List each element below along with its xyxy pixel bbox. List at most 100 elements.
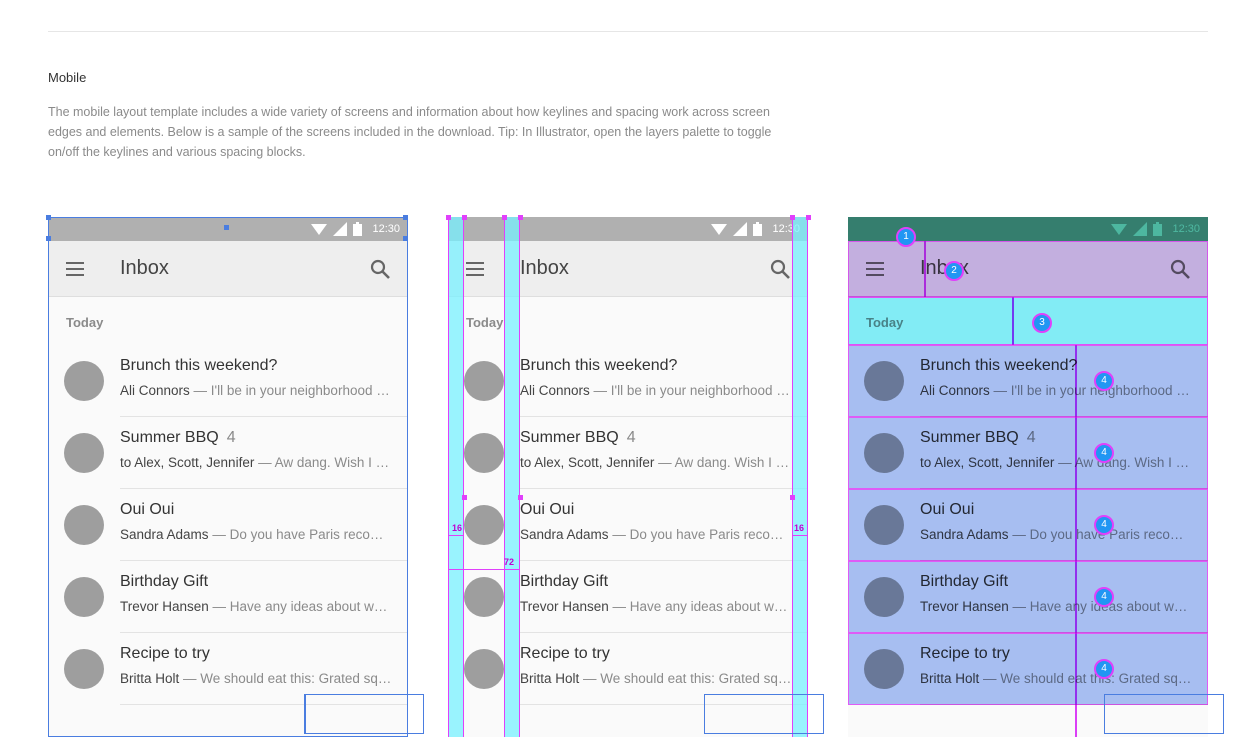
measure-label-right: 16: [794, 523, 805, 533]
message-subject: Birthday Gift: [520, 573, 609, 590]
list-item[interactable]: Summer BBQ 4 to Alex, Scott, Jennifer — Aw…: [448, 417, 808, 489]
keyline-handle: [462, 495, 467, 500]
message-count: 4: [626, 429, 636, 446]
keyline-handle: [462, 215, 467, 220]
keyline-handle: [446, 215, 451, 220]
search-icon[interactable]: [768, 257, 792, 281]
message-sender: Sandra Adams: [120, 527, 209, 542]
list-subheader: Today: [466, 315, 504, 330]
message-preview: to Alex, Scott, Jennifer — Aw dang. Wish…: [120, 455, 392, 470]
overlay-list-item: [848, 489, 1208, 561]
menu-icon[interactable]: [66, 261, 86, 277]
avatar: [64, 361, 104, 401]
message-title: Birthday Gift: [520, 573, 616, 591]
signal-icon: [733, 222, 748, 236]
message-preview: Ali Connors — I'll be in your neighborho…: [120, 383, 392, 398]
spacing-marker: 4: [1094, 587, 1114, 607]
message-sender: Britta Holt: [120, 671, 180, 686]
keyline-edge: [519, 217, 520, 737]
list-item[interactable]: Summer BBQ 4 to Alex, Scott, Jennifer — Aw…: [48, 417, 408, 489]
message-preview: Trevor Hansen — Have any ideas about wha…: [520, 599, 792, 614]
status-icons: 12:30: [711, 221, 800, 237]
message-preview: Sandra Adams — Do you have Paris recomme…: [520, 527, 792, 542]
message-preview: Trevor Hansen — Have any ideas about wha…: [120, 599, 392, 614]
list-item[interactable]: Oui Oui Sandra Adams — Do you have Paris …: [48, 489, 408, 561]
message-preview: Sandra Adams — Do you have Paris recomme…: [120, 527, 392, 542]
keyline-handle: [518, 215, 523, 220]
message-snippet: — Aw dang. Wish I could make it.: [658, 455, 792, 470]
battery-icon: [753, 222, 763, 236]
list-item[interactable]: Birthday Gift Trevor Hansen — Have any id…: [448, 561, 808, 633]
keyline-handle: [806, 215, 811, 220]
keyline-handle: [790, 215, 795, 220]
measure-label-left: 16: [452, 523, 463, 533]
app-bar: Inbox: [448, 241, 808, 297]
keyline-edge: [792, 217, 793, 737]
message-title: Recipe to try: [520, 645, 618, 663]
phone-content: 12:30 Inbox Today Brunch this weekend? Al…: [48, 217, 408, 720]
message-snippet: — Have any ideas about what we should ge…: [212, 599, 392, 614]
message-sender: Sandra Adams: [520, 527, 609, 542]
message-sender: Trevor Hansen: [520, 599, 609, 614]
guide-box: [1104, 694, 1224, 734]
message-snippet: — We should eat this: Grated squash.: [179, 671, 392, 686]
avatar: [464, 577, 504, 617]
overlay-list-item: [848, 345, 1208, 417]
menu-icon[interactable]: [466, 261, 486, 277]
message-subject: Oui Oui: [520, 501, 575, 518]
list-item[interactable]: Oui Oui Sandra Adams — Do you have Paris …: [448, 489, 808, 561]
selection-handle: [224, 225, 229, 230]
app-bar-title: Inbox: [520, 257, 569, 279]
message-count: 4: [226, 429, 236, 446]
search-icon[interactable]: [368, 257, 392, 281]
keyline-edge: [463, 217, 464, 737]
avatar: [464, 505, 504, 545]
list-item[interactable]: Brunch this weekend? Ali Connors — I'll b…: [448, 345, 808, 417]
spacing-marker: 2: [944, 261, 964, 281]
section-title: Mobile: [48, 70, 87, 85]
selection-handle: [46, 236, 51, 241]
list-item[interactable]: Birthday Gift Trevor Hansen — Have any id…: [48, 561, 408, 633]
status-icons: 12:30: [311, 221, 400, 237]
avatar: [64, 649, 104, 689]
list-subheader: Today: [66, 315, 104, 330]
avatar: [464, 433, 504, 473]
selection-handle: [46, 215, 51, 220]
keyline-left-margin: [448, 217, 464, 737]
signal-icon: [333, 222, 348, 236]
message-title: Oui Oui: [520, 501, 582, 519]
message-title: Summer BBQ 4: [120, 429, 236, 447]
message-subject: Recipe to try: [520, 645, 610, 662]
selection-handle: [403, 236, 408, 241]
keyline-edge: [807, 217, 808, 737]
message-snippet: — I'll be in your neighborhood doing err…: [193, 383, 392, 398]
battery-icon: [353, 222, 363, 236]
measure-label-content: 72: [504, 557, 515, 567]
spacing-guide-vertical: [1075, 345, 1077, 737]
section-divider: [48, 31, 1208, 32]
message-sender: Ali Connors: [520, 383, 590, 398]
message-title: Oui Oui: [120, 501, 182, 519]
message-subject: Brunch this weekend?: [120, 357, 278, 374]
message-sender: to Alex, Scott, Jennifer: [120, 455, 255, 470]
app-bar-title: Inbox: [120, 257, 169, 279]
spacing-marker: 4: [1094, 443, 1114, 463]
spacing-marker: 1: [896, 227, 916, 247]
avatar: [64, 505, 104, 545]
measure-line: [792, 535, 808, 536]
message-subject: Summer BBQ: [520, 429, 619, 446]
phone-screen-keylines: 12:30 Inbox Today Brunch this weekend? Al…: [446, 215, 824, 737]
message-snippet: — Have any ideas about what we should ge…: [612, 599, 792, 614]
list-item[interactable]: Brunch this weekend? Ali Connors — I'll b…: [48, 345, 408, 417]
message-sender: Britta Holt: [520, 671, 580, 686]
message-subject: Summer BBQ: [120, 429, 219, 446]
message-preview: Ali Connors — I'll be in your neighborho…: [520, 383, 792, 398]
overlay-list-item: [848, 561, 1208, 633]
selection-handle: [403, 215, 408, 220]
message-snippet: — Aw dang. Wish I could make it.: [258, 455, 392, 470]
spacing-marker: 4: [1094, 371, 1114, 391]
message-sender: Ali Connors: [120, 383, 190, 398]
avatar: [464, 649, 504, 689]
overlay-subheader: [848, 297, 1208, 345]
message-title: Brunch this weekend?: [120, 357, 285, 375]
